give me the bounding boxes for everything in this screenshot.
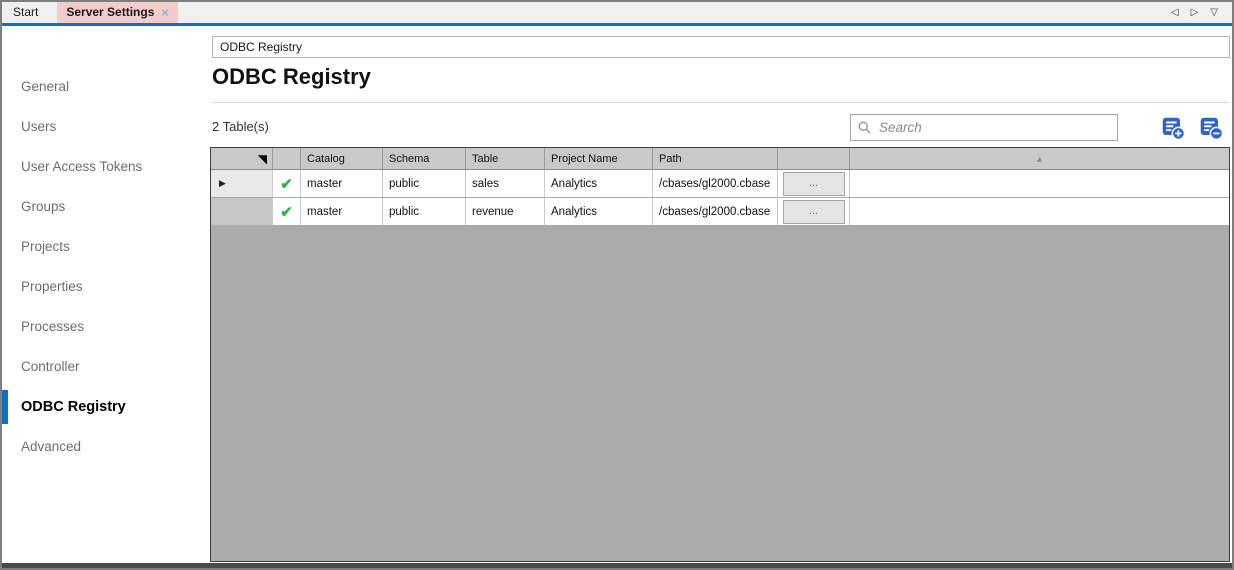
sidebar-item-general[interactable]: General [2, 67, 206, 107]
search-icon [858, 121, 871, 134]
table-cell[interactable]: revenue [466, 198, 545, 226]
table-cell[interactable]: sales [466, 170, 545, 198]
check-icon: ✔ [280, 175, 293, 193]
row-selector-cell[interactable] [211, 198, 273, 226]
active-item-indicator [2, 390, 8, 424]
add-table-icon [1162, 117, 1186, 141]
tab-server-settings[interactable]: Server Settings × [57, 2, 178, 23]
sidebar-item-users[interactable]: Users [2, 107, 206, 147]
project-name-cell[interactable]: Analytics [545, 170, 653, 198]
column-header-schema[interactable]: Schema [383, 148, 466, 170]
tab-start[interactable]: Start [2, 2, 49, 23]
table-row: ✔ master public revenue Analytics /cbase… [211, 198, 1229, 226]
path-cell[interactable]: /cbases/gl2000.cbase [653, 170, 778, 198]
current-row-icon: ▶ [219, 178, 226, 188]
tab-nav-controls: ◁ ▷ ▽ [1171, 2, 1232, 23]
sidebar: General Users User Access Tokens Groups … [2, 26, 206, 563]
remove-table-icon [1200, 117, 1224, 141]
table-row: ▶ ✔ master public sales Analytics /cbase… [211, 170, 1229, 198]
sidebar-item-projects[interactable]: Projects [2, 227, 206, 267]
catalog-cell[interactable]: master [301, 170, 383, 198]
column-header-path[interactable]: Path [653, 148, 778, 170]
schema-cell[interactable]: public [383, 170, 466, 198]
browse-button[interactable]: ... [782, 199, 845, 224]
catalog-cell[interactable]: master [301, 198, 383, 226]
browse-cell: ... [778, 198, 850, 226]
breadcrumb-field[interactable] [212, 36, 1230, 58]
search-input[interactable] [877, 119, 1110, 136]
table-header-row: ◥ Catalog Schema Table Project Name Path… [211, 148, 1229, 170]
search-box [850, 114, 1118, 141]
odbc-registry-table: ◥ Catalog Schema Table Project Name Path… [210, 147, 1230, 562]
remove-table-button[interactable] [1198, 115, 1224, 141]
page-title: ODBC Registry [212, 64, 371, 89]
browse-cell: ... [778, 170, 850, 198]
select-all-icon[interactable]: ◥ [211, 148, 273, 170]
filler-cell [850, 170, 1229, 198]
enabled-cell[interactable]: ✔ [273, 198, 301, 226]
add-table-button[interactable] [1160, 115, 1186, 141]
column-header-project-name[interactable]: Project Name [545, 148, 653, 170]
schema-cell[interactable]: public [383, 198, 466, 226]
path-cell[interactable]: /cbases/gl2000.cbase [653, 198, 778, 226]
title-divider [212, 102, 1230, 103]
filler-cell [850, 198, 1229, 226]
table-count-label: 2 Table(s) [212, 119, 269, 134]
column-header-enabled[interactable] [273, 148, 301, 170]
sidebar-item-controller[interactable]: Controller [2, 347, 206, 387]
close-icon[interactable]: × [161, 6, 169, 19]
main-panel: ODBC Registry 2 Table(s) [206, 26, 1232, 563]
browse-button[interactable]: ... [782, 171, 845, 196]
app-window: Start Server Settings × ◁ ▷ ▽ General Us… [0, 0, 1234, 570]
sort-asc-icon[interactable]: ▲ [850, 148, 1229, 170]
enabled-cell[interactable]: ✔ [273, 170, 301, 198]
sidebar-item-properties[interactable]: Properties [2, 267, 206, 307]
sidebar-item-processes[interactable]: Processes [2, 307, 206, 347]
project-name-cell[interactable]: Analytics [545, 198, 653, 226]
sidebar-item-groups[interactable]: Groups [2, 187, 206, 227]
row-selector-cell[interactable]: ▶ [211, 170, 273, 198]
check-icon: ✔ [280, 203, 293, 221]
column-header-browse[interactable] [778, 148, 850, 170]
sidebar-item-advanced[interactable]: Advanced [2, 427, 206, 467]
tab-bar: Start Server Settings × ◁ ▷ ▽ [2, 2, 1232, 23]
column-header-table[interactable]: Table [466, 148, 545, 170]
tab-server-settings-label: Server Settings [66, 5, 155, 19]
column-header-catalog[interactable]: Catalog [301, 148, 383, 170]
nav-left-icon[interactable]: ◁ [1171, 2, 1179, 23]
nav-down-icon[interactable]: ▽ [1210, 2, 1218, 23]
sidebar-item-odbc-registry-label: ODBC Registry [21, 399, 126, 415]
sidebar-item-user-access-tokens[interactable]: User Access Tokens [2, 147, 206, 187]
sidebar-item-odbc-registry[interactable]: ODBC Registry [2, 387, 206, 427]
nav-right-icon[interactable]: ▷ [1191, 2, 1199, 23]
window-bottom-strip [2, 563, 1232, 568]
